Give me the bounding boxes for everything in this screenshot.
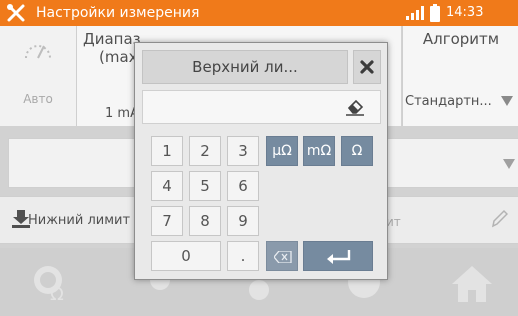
probe-icon[interactable] — [244, 278, 274, 304]
key-5[interactable]: 5 — [189, 171, 221, 201]
clear-button[interactable] — [343, 95, 367, 119]
key-7[interactable]: 7 — [151, 206, 183, 236]
enter-key[interactable] — [303, 241, 373, 271]
unit-milli-ohm-key[interactable]: mΩ — [303, 136, 335, 166]
gauge-icon — [25, 45, 51, 59]
numeric-keypad-dialog: Верхний ли... 1 2 3 µΩ mΩ Ω 4 5 6 7 8 9 … — [134, 42, 388, 280]
key-3[interactable]: 3 — [227, 136, 259, 166]
algorithm-card[interactable]: Алгоритм Стандартн... — [402, 26, 518, 126]
backspace-icon — [274, 251, 292, 263]
home-icon[interactable] — [450, 264, 494, 304]
backspace-key[interactable] — [266, 241, 298, 271]
key-4[interactable]: 4 — [151, 171, 183, 201]
settings-tools-icon — [7, 4, 25, 22]
erase-icon — [346, 99, 364, 116]
algorithm-title: Алгоритм — [422, 30, 500, 48]
key-9[interactable]: 9 — [227, 206, 259, 236]
key-8[interactable]: 8 — [189, 206, 221, 236]
auto-range-card[interactable]: Авто — [0, 26, 77, 126]
screen-title: Настройки измерения — [36, 5, 200, 21]
ohm-meter-icon[interactable]: Ω — [30, 262, 74, 302]
unit-micro-ohm-key[interactable]: µΩ — [266, 136, 298, 166]
svg-text:Ω: Ω — [50, 284, 64, 302]
key-6[interactable]: 6 — [227, 171, 259, 201]
status-bar: Настройки измерения 14:33 2019.04.10 — [0, 0, 518, 46]
upper-limit-button[interactable]: ит — [380, 197, 518, 243]
range-title-line2: (max — [99, 48, 138, 66]
unit-ohm-key[interactable]: Ω — [341, 136, 373, 166]
enter-icon — [327, 250, 351, 264]
signal-icon — [406, 6, 424, 20]
algorithm-value: Стандартн... — [405, 94, 492, 109]
lower-limit-label: Нижний лимит — [28, 213, 131, 228]
auto-label: Авто — [23, 92, 53, 106]
upper-limit-label: ит — [386, 215, 401, 229]
key-dot[interactable]: . — [227, 241, 259, 271]
pencil-icon — [491, 209, 508, 228]
clock: 14:33 2019.04.10 — [446, 5, 518, 46]
key-2[interactable]: 2 — [189, 136, 221, 166]
dropdown-arrow-icon — [503, 159, 515, 169]
close-icon — [360, 60, 374, 74]
lower-limit-button[interactable]: Нижний лимит — [0, 197, 150, 243]
key-0[interactable]: 0 — [151, 241, 221, 271]
range-title-line1: Диапаз — [83, 30, 141, 48]
close-button[interactable] — [353, 50, 381, 84]
dialog-title: Верхний ли... — [142, 50, 348, 84]
key-1[interactable]: 1 — [151, 136, 183, 166]
dropdown-arrow-icon — [501, 96, 513, 106]
battery-icon — [430, 4, 440, 22]
